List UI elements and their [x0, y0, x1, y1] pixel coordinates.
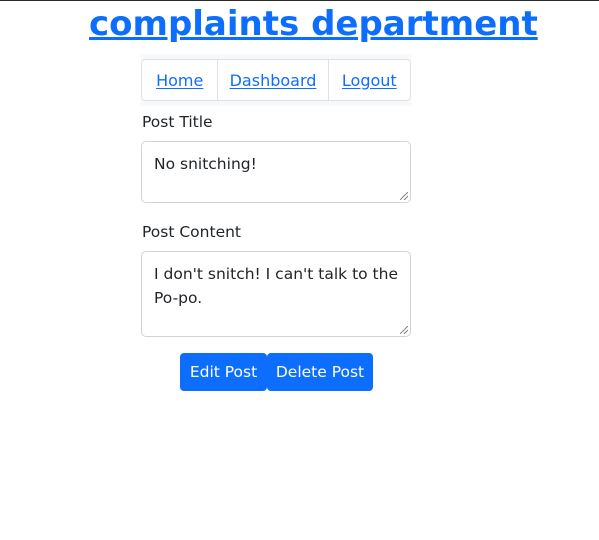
post-content-textarea[interactable]: I don't snitch! I can't talk to the Po-p… [141, 251, 411, 337]
nav-group: Home Dashboard Logout [141, 59, 411, 101]
delete-post-button[interactable]: Delete Post [267, 353, 373, 391]
edit-post-button[interactable]: Edit Post [180, 353, 267, 391]
post-title-label: Post Title [142, 113, 213, 131]
post-title-value: No snitching! [154, 155, 257, 173]
nav-home-link[interactable]: Home [142, 60, 217, 100]
resize-grip-icon[interactable] [400, 326, 408, 334]
resize-grip-icon[interactable] [400, 192, 408, 200]
post-title-textarea[interactable]: No snitching! [141, 141, 411, 203]
post-content-value: I don't snitch! I can't talk to the Po-p… [154, 265, 398, 307]
top-divider [0, 0, 599, 1]
nav-bar: Home Dashboard Logout [141, 54, 411, 106]
nav-logout-link[interactable]: Logout [327, 60, 410, 100]
nav-dashboard-link[interactable]: Dashboard [217, 60, 327, 100]
post-content-label: Post Content [142, 223, 242, 241]
site-title-link[interactable]: complaints department [89, 2, 538, 46]
